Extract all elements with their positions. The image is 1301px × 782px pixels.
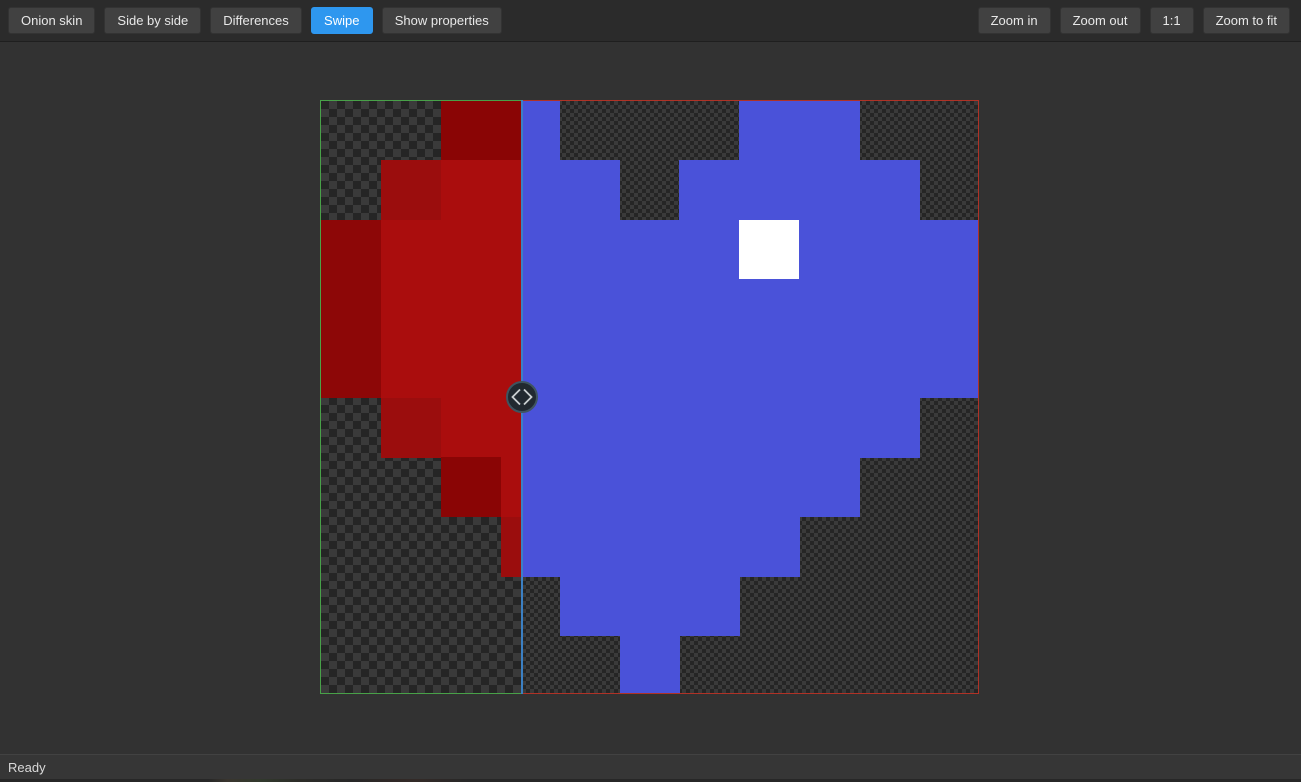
- old-image-pixel: [321, 220, 381, 280]
- new-image-pixel: [679, 160, 739, 220]
- old-image-pixel: [501, 279, 522, 339]
- old-image-pixel: [441, 457, 501, 517]
- old-image-pixel: [381, 398, 441, 458]
- new-image-pixel: [679, 576, 739, 636]
- new-image-pixel: [799, 220, 859, 280]
- new-image-pixel: [859, 339, 919, 399]
- new-image-pixel: [620, 279, 680, 339]
- new-image-pixel: [522, 101, 560, 161]
- new-image-pixel: [620, 398, 680, 458]
- new-image-pixel: [799, 160, 859, 220]
- new-image-pixel: [560, 457, 620, 517]
- old-image-pixel: [381, 160, 441, 220]
- new-image-pixel: [522, 220, 560, 280]
- old-image-pixel: [501, 220, 522, 280]
- new-image-pixel: [620, 576, 680, 636]
- old-image-pixel: [501, 101, 522, 161]
- new-image-pixel: [799, 279, 859, 339]
- old-image-pixel: [501, 517, 522, 577]
- new-image-pixel: [859, 398, 919, 458]
- old-image-pixel: [501, 160, 522, 220]
- old-image-pixel: [441, 101, 501, 161]
- new-image-pane: [522, 100, 979, 694]
- new-image-pixel: [859, 279, 919, 339]
- old-image-pixel: [321, 279, 381, 339]
- new-image-pixel: [859, 220, 919, 280]
- zoom-one-to-one-button[interactable]: 1:1: [1150, 7, 1194, 34]
- old-image-pixel: [381, 279, 441, 339]
- side-by-side-button[interactable]: Side by side: [104, 7, 201, 34]
- old-image-pixel: [381, 220, 441, 280]
- swipe-handle[interactable]: [502, 377, 542, 417]
- image-comparison-area: [320, 100, 979, 694]
- new-image-pixel: [679, 517, 739, 577]
- new-image-pixel: [560, 576, 620, 636]
- new-image-pixel: [739, 517, 799, 577]
- zoom-to-fit-button[interactable]: Zoom to fit: [1203, 7, 1290, 34]
- swipe-button[interactable]: Swipe: [311, 7, 373, 34]
- old-image-pane: [320, 100, 522, 694]
- old-image-pixel: [441, 220, 501, 280]
- new-image-pixel: [560, 279, 620, 339]
- new-image-pixel: [620, 636, 680, 694]
- new-image-pixel: [919, 220, 979, 280]
- new-image-pixel: [620, 220, 680, 280]
- new-image-pixel: [919, 339, 979, 399]
- old-image-pixel: [441, 339, 501, 399]
- onion-skin-button[interactable]: Onion skin: [8, 7, 95, 34]
- new-image-pixel: [560, 339, 620, 399]
- old-image-pixel: [501, 457, 522, 517]
- new-image-pixel: [739, 101, 799, 161]
- old-image-pixel: [381, 339, 441, 399]
- new-image-pixel: [799, 101, 859, 161]
- new-image-pixel: [919, 279, 979, 339]
- new-image-pixel: [679, 457, 739, 517]
- new-image-pixel: [560, 398, 620, 458]
- new-image-pixel: [620, 339, 680, 399]
- zoom-in-button[interactable]: Zoom in: [978, 7, 1051, 34]
- new-image-pixel: [560, 160, 620, 220]
- toolbar: Onion skin Side by side Differences Swip…: [0, 0, 1301, 42]
- old-image-pixel: [441, 398, 501, 458]
- show-properties-button[interactable]: Show properties: [382, 7, 502, 34]
- new-image-pixel: [739, 160, 799, 220]
- new-image-pixel: [859, 160, 919, 220]
- new-image-pixel: [522, 457, 560, 517]
- new-image-pixel: [620, 517, 680, 577]
- new-image-pixel: [522, 279, 560, 339]
- old-image-pixel: [321, 339, 381, 399]
- new-image-pixel: [679, 339, 739, 399]
- new-image-pixel: [560, 517, 620, 577]
- zoom-controls: Zoom in Zoom out 1:1 Zoom to fit: [970, 7, 1301, 34]
- new-image-pixel: [799, 339, 859, 399]
- comparison-viewport: [0, 42, 1301, 754]
- new-image-pixel: [522, 160, 560, 220]
- new-image-pixel: [739, 220, 799, 280]
- new-image-pixel: [739, 279, 799, 339]
- new-image-pixel: [620, 457, 680, 517]
- new-image-pixel: [679, 398, 739, 458]
- new-image-pixel: [679, 279, 739, 339]
- old-image-pixel: [441, 160, 501, 220]
- new-image-pixel: [679, 220, 739, 280]
- status-bar: Ready: [0, 754, 1301, 779]
- new-image-pixel: [739, 398, 799, 458]
- zoom-out-button[interactable]: Zoom out: [1060, 7, 1141, 34]
- new-image-pixel: [739, 339, 799, 399]
- new-image-pixel: [799, 457, 859, 517]
- new-image-pixel: [739, 457, 799, 517]
- new-image-pixel: [799, 398, 859, 458]
- old-image-pixel: [441, 279, 501, 339]
- status-text: Ready: [8, 760, 46, 775]
- new-image-pixel: [560, 220, 620, 280]
- differences-button[interactable]: Differences: [210, 7, 302, 34]
- new-image-pixel: [522, 517, 560, 577]
